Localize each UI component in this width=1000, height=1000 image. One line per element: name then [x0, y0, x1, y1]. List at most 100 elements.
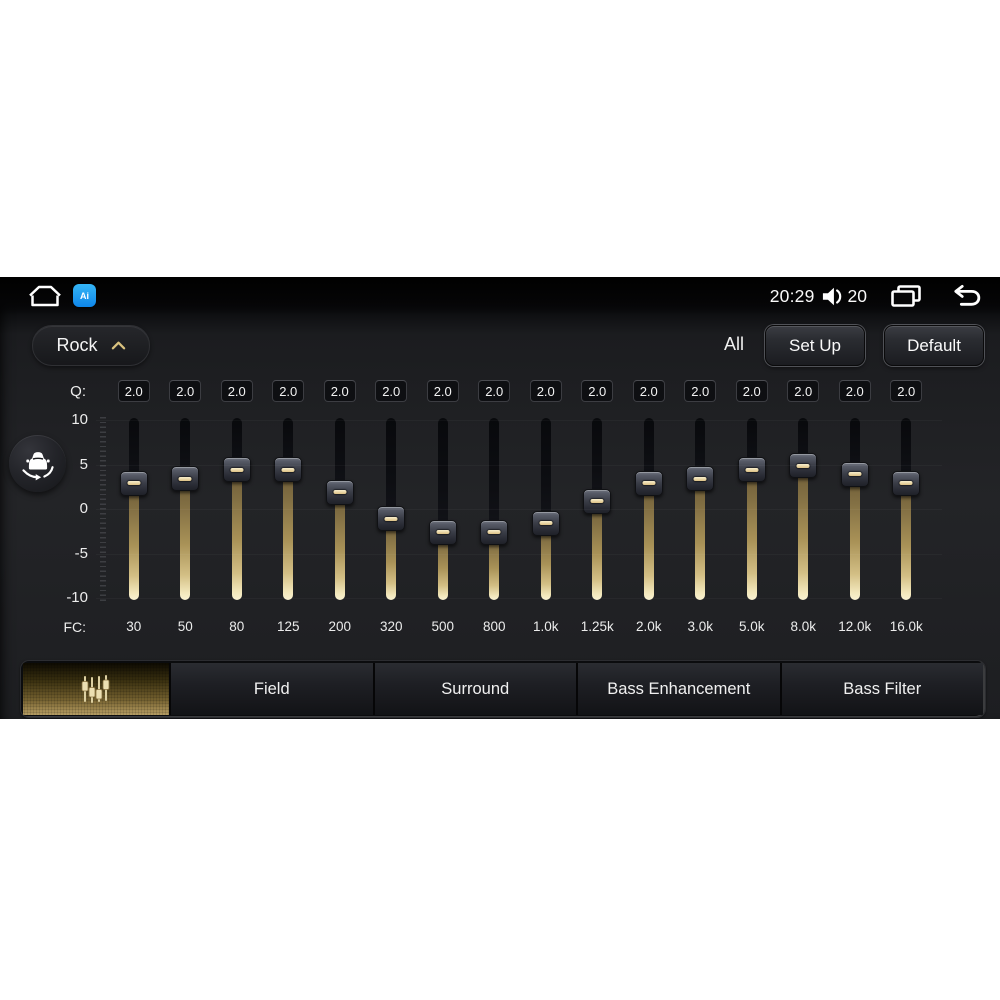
- slider-knob-dash: [539, 521, 553, 526]
- q-value-box: 2.0: [684, 380, 717, 402]
- gain-axis-tick-label: 0: [79, 500, 88, 517]
- slider-knob[interactable]: [480, 519, 509, 545]
- q-cell: 2.0: [160, 380, 212, 402]
- gain-gridline: [96, 420, 942, 421]
- q-cell: 2.0: [520, 380, 572, 402]
- sound-field-car-button[interactable]: [9, 435, 66, 492]
- fc-frequency-label: 2.0k: [635, 619, 662, 634]
- fc-frequency-label: 125: [276, 619, 300, 634]
- slider-knob[interactable]: [377, 506, 406, 532]
- clock: 20:29: [769, 285, 815, 306]
- fc-frequency-label: 5.0k: [738, 619, 765, 634]
- q-value-box: 2.0: [478, 380, 511, 402]
- q-cell: 2.0: [417, 380, 469, 402]
- tab-bass-filter[interactable]: Bass Filter: [779, 663, 983, 715]
- slider-track-lower[interactable]: [334, 489, 345, 600]
- tab-bass-enhancement[interactable]: Bass Enhancement: [576, 663, 780, 715]
- tab-label: Surround: [441, 679, 510, 698]
- tab-surround[interactable]: Surround: [372, 663, 576, 715]
- slider-knob[interactable]: [274, 457, 303, 483]
- slider-track-lower[interactable]: [695, 475, 706, 600]
- slider-track-lower[interactable]: [798, 462, 809, 600]
- slider-knob-dash: [281, 467, 295, 472]
- slider-track-lower[interactable]: [128, 480, 139, 600]
- slider-knob-dash: [745, 467, 759, 472]
- slider-track-lower[interactable]: [746, 466, 757, 600]
- q-value-box: 2.0: [375, 380, 408, 402]
- q-value-box: 2.0: [787, 380, 820, 402]
- status-bar: Ai 20:29 20: [0, 277, 1000, 315]
- slider-knob-dash: [590, 499, 604, 504]
- q-cell: 2.0: [263, 380, 315, 402]
- tab-equalizer[interactable]: [23, 663, 169, 715]
- back-arrow-icon: [954, 284, 981, 306]
- fc-frequency-label: 1.0k: [532, 619, 559, 634]
- q-cell: 2.0: [469, 380, 521, 402]
- slider-knob-dash: [693, 476, 707, 481]
- q-cell: 2.0: [108, 380, 160, 402]
- slider-knob-dash: [436, 530, 450, 535]
- q-cell: 2.0: [778, 380, 830, 402]
- gain-axis-tick-label: 10: [71, 411, 88, 428]
- tab-label: Bass Filter: [843, 679, 922, 698]
- equalizer-app-screen: Ai 20:29 20 Rock All Set Up Default Q: F…: [0, 277, 1000, 719]
- slider-knob[interactable]: [325, 479, 354, 505]
- q-value-box: 2.0: [581, 380, 614, 402]
- slider-track-lower[interactable]: [901, 480, 912, 600]
- q-value-box: 2.0: [323, 380, 356, 402]
- q-cell: 2.0: [314, 380, 366, 402]
- recent-apps-icon: [891, 284, 921, 307]
- fc-frequency-label: 80: [229, 619, 245, 634]
- q-value-box: 2.0: [529, 380, 562, 402]
- back-button[interactable]: [949, 284, 981, 308]
- screenshot-root: Ai 20:29 20 Rock All Set Up Default Q: F…: [0, 0, 1000, 1000]
- fc-frequency-label: 8.0k: [790, 619, 817, 634]
- gain-axis: 10 5 0 -5 -10: [0, 277, 92, 719]
- slider-track-lower[interactable]: [231, 466, 242, 600]
- q-cell: 2.0: [726, 380, 778, 402]
- chevron-up-icon: [111, 341, 125, 350]
- fc-frequency-label: 3.0k: [687, 619, 714, 634]
- slider-track-lower[interactable]: [643, 480, 654, 600]
- gain-gridline: [96, 509, 942, 510]
- recent-apps-button[interactable]: [891, 284, 921, 308]
- bottom-tab-bar: Field Surround Bass Enhancement Bass Filter: [20, 660, 986, 718]
- slider-knob-dash: [384, 516, 398, 521]
- fc-frequency-label: 16.0k: [889, 619, 923, 634]
- fc-frequency-label: 500: [431, 619, 455, 634]
- slider-track-upper[interactable]: [489, 418, 500, 537]
- slider-knob[interactable]: [892, 470, 921, 496]
- slider-track-upper[interactable]: [437, 418, 448, 537]
- slider-knob[interactable]: [119, 470, 148, 496]
- fc-labels-row: 30 50 80 125 200 320 500 800 1.0k 1.25k 2.0k 3.0k 5.…: [108, 618, 932, 636]
- slider-knob[interactable]: [531, 510, 560, 536]
- tab-field[interactable]: Field: [169, 663, 373, 715]
- setup-button[interactable]: Set Up: [765, 325, 865, 366]
- fc-frequency-label: 320: [379, 619, 403, 634]
- q-value-box: 2.0: [426, 380, 459, 402]
- equalizer-sliders-icon: [81, 675, 110, 703]
- slider-knob-dash: [127, 481, 141, 486]
- slider-track-lower[interactable]: [849, 471, 860, 600]
- q-value-box: 2.0: [169, 380, 202, 402]
- gain-axis-tick-label: -5: [74, 544, 88, 562]
- q-value-box: 2.0: [272, 380, 305, 402]
- slider-track-lower[interactable]: [180, 475, 191, 600]
- slider-knob[interactable]: [686, 466, 715, 492]
- tab-label: Bass Enhancement: [607, 679, 751, 698]
- q-values-row: 2.0 2.0 2.0 2.0 2.0 2.0 2.0 2.0 2.0 2.0 2.0 2.0 2.0 2…: [108, 380, 932, 402]
- q-value-box: 2.0: [632, 380, 665, 402]
- car-surround-icon: [21, 451, 54, 480]
- slider-knob[interactable]: [737, 457, 766, 483]
- default-button[interactable]: Default: [884, 325, 984, 366]
- slider-knob[interactable]: [171, 466, 200, 492]
- q-cell: 2.0: [572, 380, 624, 402]
- slider-knob[interactable]: [428, 519, 457, 545]
- all-label[interactable]: All: [712, 325, 756, 364]
- slider-knob[interactable]: [222, 457, 251, 483]
- slider-knob[interactable]: [840, 461, 869, 487]
- fc-frequency-label: 200: [328, 619, 352, 634]
- slider-knob[interactable]: [634, 470, 663, 496]
- slider-track-lower[interactable]: [283, 466, 294, 600]
- slider-knob[interactable]: [789, 453, 818, 478]
